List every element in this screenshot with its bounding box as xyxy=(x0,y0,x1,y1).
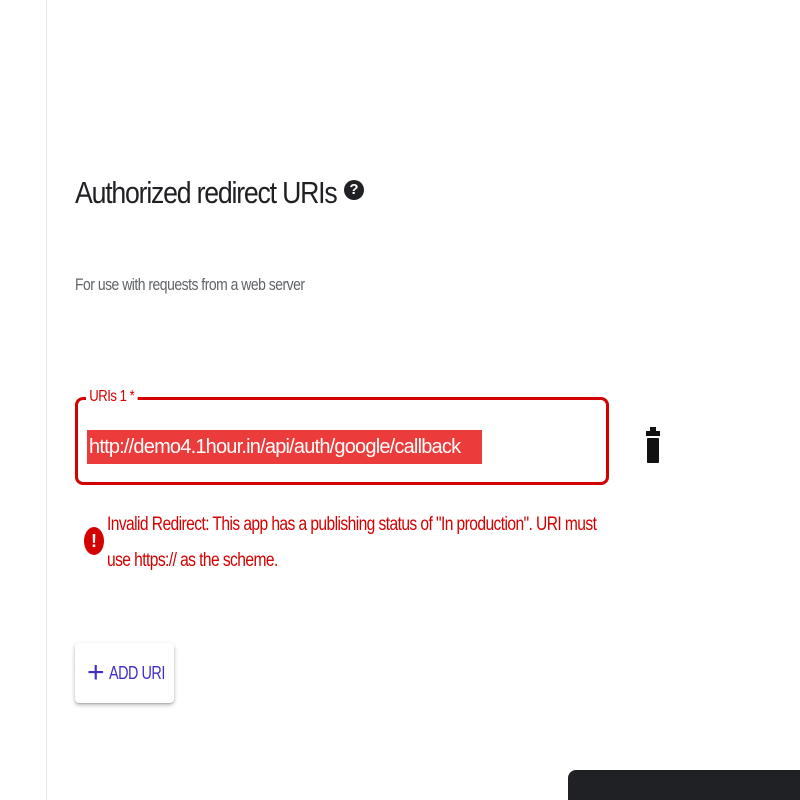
trash-icon[interactable] xyxy=(646,427,660,463)
plus-icon: + xyxy=(87,656,105,689)
error-icon: ! xyxy=(84,527,104,555)
uri-field-label: URIs 1 * xyxy=(86,384,138,410)
section-heading: Authorized redirect URIs ? xyxy=(75,168,379,218)
section-subtitle: For use with requests from a web server xyxy=(75,275,305,294)
help-icon[interactable]: ? xyxy=(344,180,364,200)
uri-input[interactable]: http://demo4.1hour.in/api/auth/google/ca… xyxy=(87,430,482,464)
add-uri-button[interactable]: + ADD URI xyxy=(75,643,174,703)
add-uri-label: ADD URI xyxy=(108,662,165,683)
uri-field[interactable]: URIs 1 * http://demo4.1hour.in/api/auth/… xyxy=(75,384,609,485)
section-title: Authorized redirect URIs xyxy=(75,175,338,210)
left-divider xyxy=(46,0,47,800)
dark-panel xyxy=(568,770,800,800)
page: Authorized redirect URIs ? For use with … xyxy=(0,0,800,800)
error-message: Invalid Redirect: This app has a publish… xyxy=(107,514,597,571)
